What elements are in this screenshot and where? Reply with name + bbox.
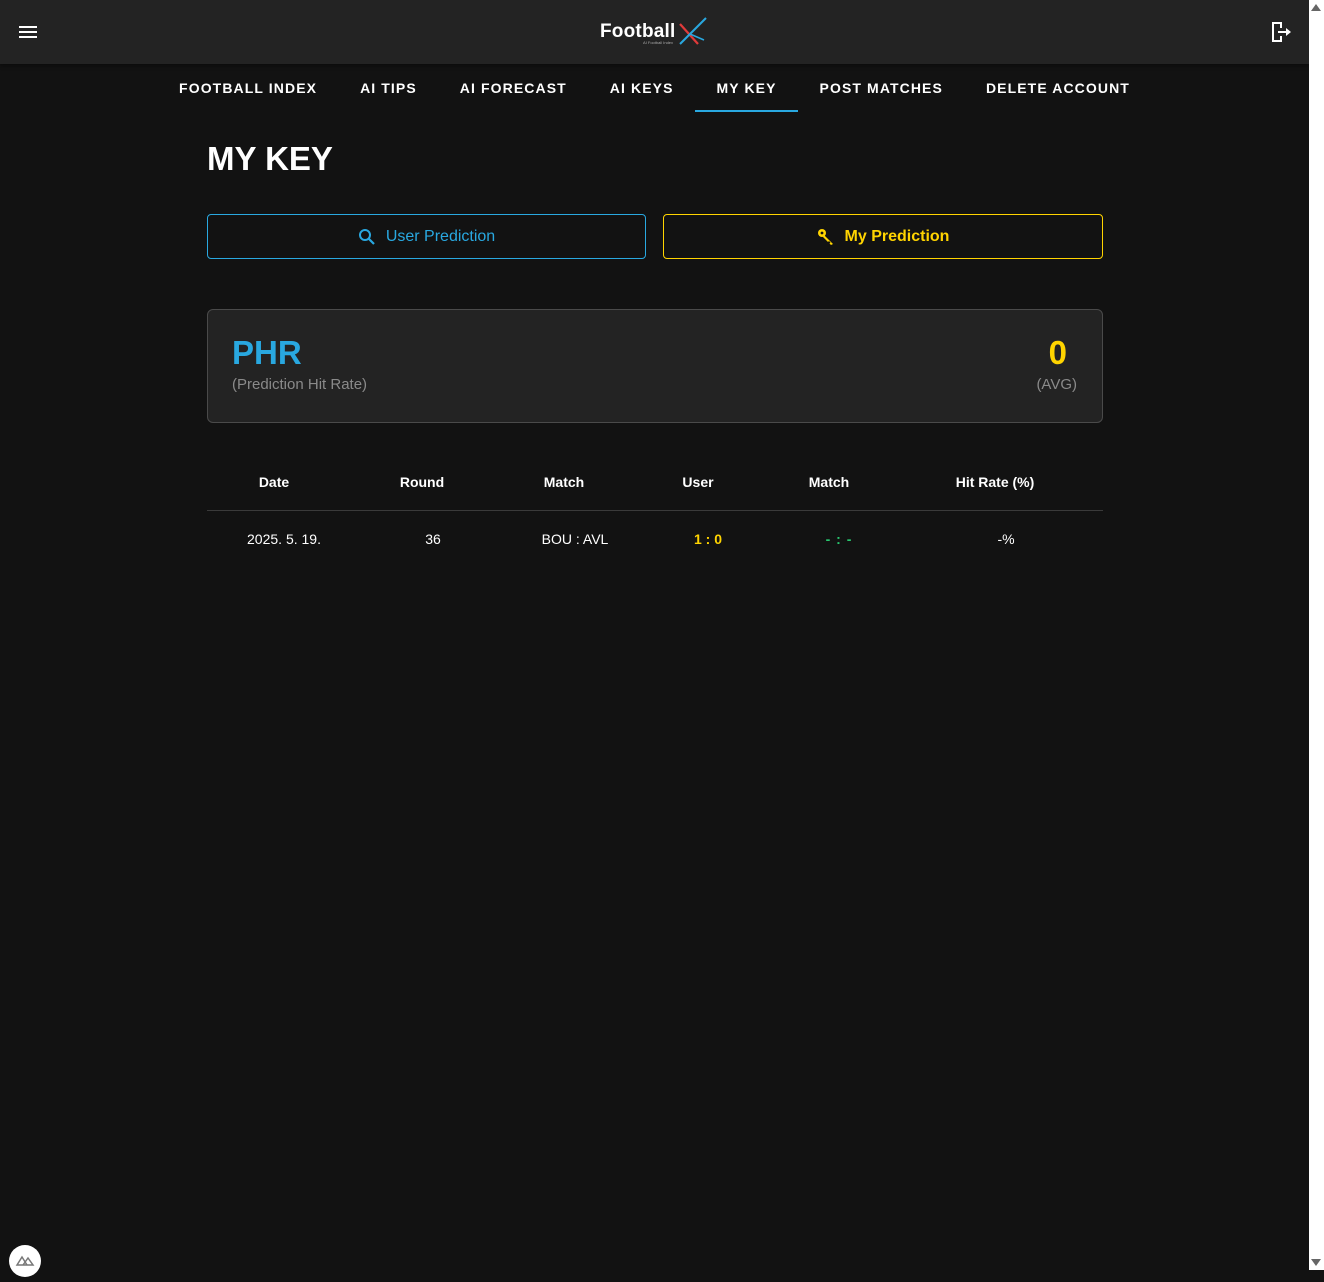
scroll-down-arrow-icon[interactable] — [1311, 1259, 1321, 1266]
column-header-match: Match — [543, 474, 585, 490]
key-icon — [817, 228, 835, 246]
tab-football-index[interactable]: FOOTBALL INDEX — [158, 64, 339, 112]
page: Football AI Football Index FOOTBALL INDE… — [0, 0, 1309, 1277]
vertical-scrollbar[interactable] — [1309, 0, 1324, 1270]
page-title: MY KEY — [207, 140, 333, 177]
cell-user-prediction: 1 : 0 — [693, 531, 722, 547]
cell-round: 36 — [425, 531, 441, 547]
phr-sublabel: (Prediction Hit Rate) — [232, 376, 368, 393]
user-prediction-button[interactable]: User Prediction — [207, 214, 646, 259]
cell-match: BOU : AVL — [541, 531, 609, 547]
main-nav-tabs: FOOTBALL INDEX AI TIPS AI FORECAST AI KE… — [0, 64, 1309, 112]
tab-ai-keys[interactable]: AI KEYS — [588, 64, 695, 112]
column-header-match-result: Match — [808, 474, 850, 490]
phr-label: PHR — [232, 334, 302, 371]
tab-ai-tips[interactable]: AI TIPS — [339, 64, 439, 112]
table-header-row: Date Round Match User Match Hit Rate (%) — [207, 458, 1103, 511]
scroll-up-arrow-icon[interactable] — [1311, 4, 1321, 11]
logout-icon[interactable] — [1268, 20, 1292, 44]
my-prediction-label: My Prediction — [844, 227, 950, 245]
phr-avg-value: 0 — [1048, 334, 1067, 371]
search-icon — [358, 228, 376, 246]
column-header-round: Round — [399, 474, 445, 490]
user-prediction-label: User Prediction — [385, 227, 496, 245]
phr-avg-label: (AVG) — [1036, 376, 1077, 393]
app-logo[interactable]: Football AI Football Index — [600, 16, 712, 46]
tab-delete-account[interactable]: DELETE ACCOUNT — [964, 64, 1151, 112]
tab-my-key[interactable]: MY KEY — [695, 64, 799, 112]
tab-ai-forecast[interactable]: AI FORECAST — [438, 64, 588, 112]
phr-stats-card: PHR (Prediction Hit Rate) 0 (AVG) — [207, 309, 1103, 423]
predictions-table: Date Round Match User Match Hit Rate (%)… — [207, 458, 1103, 567]
logo-x-mark — [676, 16, 712, 46]
logo-subtitle: AI Football Index — [643, 40, 674, 45]
cell-hit-rate: -% — [997, 531, 1015, 547]
cell-date: 2025. 5. 19. — [247, 531, 321, 547]
hamburger-menu-icon[interactable] — [14, 18, 42, 46]
tab-post-matches[interactable]: POST MATCHES — [798, 64, 964, 112]
column-header-user: User — [682, 474, 714, 490]
my-prediction-button[interactable]: My Prediction — [663, 214, 1103, 259]
table-row[interactable]: 2025. 5. 19. 36 BOU : AVL 1 : 0 - : - -% — [207, 511, 1103, 567]
column-header-date: Date — [258, 474, 290, 490]
top-app-bar: Football AI Football Index — [0, 0, 1309, 64]
floating-devtools-badge[interactable] — [9, 1245, 41, 1277]
cell-match-result: - : - — [825, 531, 853, 547]
column-header-hit-rate: Hit Rate (%) — [955, 474, 1035, 490]
